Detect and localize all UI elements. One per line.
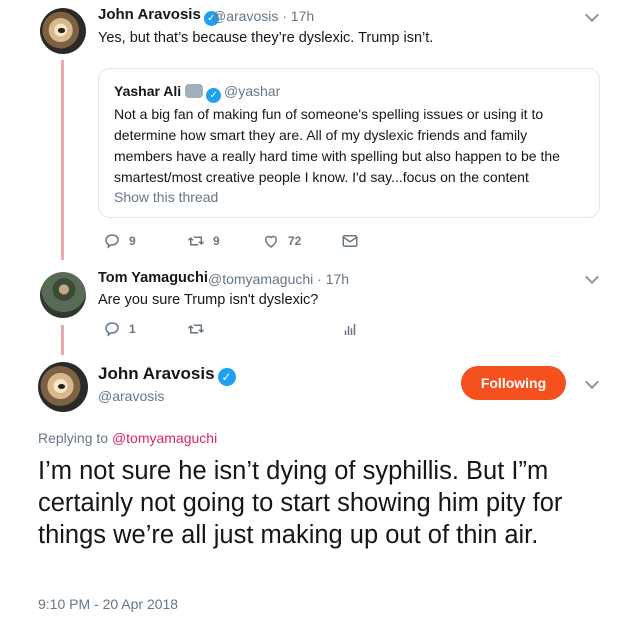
avatar[interactable] (40, 272, 86, 318)
tweet2-author[interactable]: Tom Yamaguchi (98, 270, 208, 286)
main-tweet-text: I’m not sure he isn’t dying of syphillis… (38, 457, 563, 549)
quoted-author[interactable]: Yashar Ali (114, 83, 222, 103)
author-name: Yashar Ali (114, 83, 182, 99)
heart-icon (264, 235, 278, 248)
verified-icon (217, 368, 236, 386)
tweet1-text: Yes, but that’s because they’re dyslexic… (98, 30, 434, 46)
replying-to: Replying to @tomyamaguchi (38, 430, 217, 446)
direct-message-button[interactable] (341, 232, 359, 250)
envelope-icon (342, 235, 358, 247)
verified-icon (206, 88, 222, 103)
quoted-tweet-card[interactable]: Yashar Ali @yashar Not a big fan of maki… (98, 68, 600, 218)
reply-button[interactable]: 9 (103, 232, 136, 250)
author-name[interactable]: John Aravosis (98, 6, 201, 23)
avatar[interactable] (40, 8, 86, 54)
analytics-button[interactable] (341, 320, 359, 338)
following-button[interactable]: Following (461, 366, 566, 400)
retweet-count: 9 (213, 234, 220, 248)
thread-line (61, 325, 64, 355)
retweet-icon (187, 324, 205, 334)
tweet2-text: Are you sure Trump isn't dyslexic? (98, 292, 319, 308)
retweet-icon (187, 236, 205, 246)
chevron-down-icon[interactable] (584, 269, 600, 285)
replying-handle-link[interactable]: @tomyamaguchi (112, 430, 217, 446)
avatar[interactable] (38, 362, 88, 412)
quoted-handle: @yashar (224, 83, 281, 99)
elephant-icon (185, 84, 204, 98)
retweet-button[interactable]: 9 (187, 232, 220, 250)
replying-prefix: Replying to (38, 430, 109, 446)
main-author[interactable]: John Aravosis (98, 364, 236, 386)
like-button[interactable]: 72 (262, 232, 301, 250)
tweet2-handle-time[interactable]: @tomyamaguchi · 17h (208, 271, 349, 287)
tweet-timestamp[interactable]: 9:10 PM - 20 Apr 2018 (38, 596, 178, 612)
analytics-icon (344, 323, 356, 335)
author-name[interactable]: John Aravosis (98, 364, 215, 383)
thread-line (61, 60, 64, 260)
retweet-button[interactable] (187, 320, 205, 338)
reply-count: 1 (129, 322, 136, 336)
show-thread-link[interactable]: Show this thread (114, 189, 218, 205)
quoted-text: Not a big fan of making fun of someone's… (114, 106, 560, 185)
main-handle[interactable]: @aravosis (98, 388, 164, 404)
like-count: 72 (288, 234, 302, 248)
reply-count: 9 (129, 234, 136, 248)
tweet1-author[interactable]: John Aravosis (98, 6, 219, 26)
chevron-down-icon[interactable] (584, 7, 600, 23)
reply-icon (105, 234, 119, 249)
reply-button[interactable]: 1 (103, 320, 136, 338)
reply-icon (105, 322, 119, 337)
tweet1-handle-time[interactable]: @aravosis · 17h (212, 8, 314, 24)
chevron-down-icon[interactable] (584, 374, 600, 390)
